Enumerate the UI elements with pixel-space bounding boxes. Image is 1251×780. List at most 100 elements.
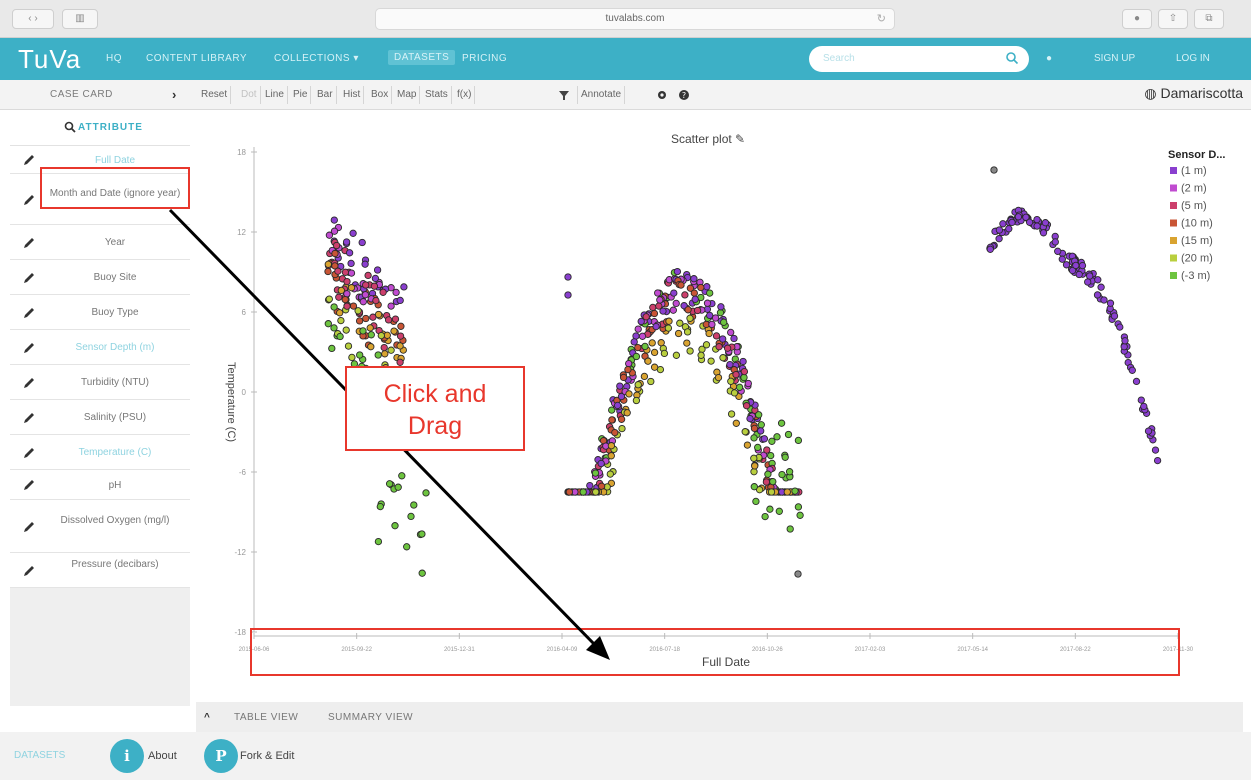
reset-button[interactable]: Reset xyxy=(198,86,232,104)
data-point xyxy=(750,454,758,462)
sidebar-toggle-icon[interactable]: ▥ xyxy=(62,9,98,29)
reload-icon[interactable]: ↻ xyxy=(877,9,886,29)
attribute-item[interactable]: Year xyxy=(10,225,190,260)
attribute-item[interactable]: Temperature (C) xyxy=(10,435,190,470)
table-view-tab[interactable]: TABLE VIEW xyxy=(234,712,298,723)
pencil-icon[interactable] xyxy=(22,341,36,355)
data-point xyxy=(336,309,344,317)
attribute-item[interactable]: Salinity (PSU) xyxy=(10,400,190,435)
data-point xyxy=(341,268,350,276)
data-point xyxy=(613,401,622,410)
data-point xyxy=(394,483,402,491)
search-icon[interactable] xyxy=(1005,51,1019,65)
data-point xyxy=(1062,261,1071,269)
extension-icon[interactable]: ● xyxy=(1122,9,1152,29)
attribute-item[interactable]: Buoy Site xyxy=(10,260,190,295)
attribute-item[interactable]: Pressure (decibars) xyxy=(10,553,190,588)
data-point xyxy=(751,462,759,470)
nav-item-content-library[interactable]: CONTENT LIBRARY xyxy=(146,53,247,64)
attribute-item[interactable]: Buoy Type xyxy=(10,295,190,330)
data-point xyxy=(767,488,776,496)
pencil-icon[interactable] xyxy=(22,411,36,425)
pencil-icon[interactable] xyxy=(22,520,36,534)
data-point xyxy=(630,338,638,346)
bar-button[interactable]: Bar xyxy=(314,86,337,104)
data-point xyxy=(796,511,804,519)
data-point xyxy=(660,349,669,358)
about-link[interactable]: About xyxy=(148,750,177,762)
attribute-label: Buoy Site xyxy=(93,272,137,283)
tabs-icon[interactable]: ⧉ xyxy=(1194,9,1224,29)
search-box[interactable]: Search xyxy=(809,46,1029,72)
help-icon[interactable]: ? xyxy=(676,86,692,104)
tuva-logo[interactable]: TuVa xyxy=(18,44,81,75)
pencil-icon[interactable] xyxy=(22,446,36,460)
gear-icon[interactable] xyxy=(654,86,670,104)
attribute-item[interactable]: Turbidity (NTU) xyxy=(10,365,190,400)
pencil-icon[interactable] xyxy=(22,236,36,250)
pie-button[interactable]: Pie xyxy=(290,86,312,104)
y-tick-label: 6 xyxy=(242,308,247,317)
nav-item-datasets[interactable]: DATASETS xyxy=(388,50,456,65)
info-icon[interactable]: i xyxy=(110,739,144,773)
case-card-tab[interactable]: CASE CARD xyxy=(10,80,190,110)
pencil-icon[interactable] xyxy=(22,478,36,492)
stats-button[interactable]: Stats xyxy=(422,86,452,104)
data-point xyxy=(344,342,353,350)
attribute-item[interactable]: Dissolved Oxygen (mg/l) xyxy=(10,500,190,553)
attribute-item[interactable]: pH xyxy=(10,470,190,500)
pencil-icon[interactable] xyxy=(22,193,36,207)
data-point xyxy=(1110,312,1119,320)
chevron-up-icon[interactable]: ^ xyxy=(204,712,210,723)
share-icon[interactable]: ⇧ xyxy=(1158,9,1188,29)
line-button[interactable]: Line xyxy=(262,86,288,104)
fx-button[interactable]: f(x) xyxy=(454,86,476,104)
highlight-x-axis-box xyxy=(250,628,1180,676)
log-in-link[interactable]: LOG IN xyxy=(1176,53,1210,64)
data-point xyxy=(617,415,626,423)
box-button[interactable]: Box xyxy=(368,86,393,104)
back-forward-buttons[interactable]: ‹ › xyxy=(12,9,54,29)
search-input[interactable]: Search xyxy=(823,53,855,64)
data-point xyxy=(715,343,723,351)
hist-button[interactable]: Hist xyxy=(340,86,365,104)
search-icon[interactable] xyxy=(64,121,76,133)
data-point xyxy=(1153,456,1162,465)
fork-edit-link[interactable]: Fork & Edit xyxy=(240,750,294,762)
data-point xyxy=(735,383,744,391)
data-point xyxy=(702,341,711,349)
pencil-icon[interactable] xyxy=(22,271,36,285)
url-bar[interactable]: tuvalabs.com ↻ xyxy=(375,8,895,30)
y-axis-label: Temperature (C) xyxy=(225,362,237,442)
pencil-icon[interactable] xyxy=(22,376,36,390)
data-point xyxy=(325,231,334,239)
filter-icon[interactable] xyxy=(556,86,572,104)
pencil-icon[interactable] xyxy=(22,306,36,320)
dot-button[interactable]: Dot xyxy=(238,86,261,104)
data-point xyxy=(397,322,405,330)
dataset-location: ◍ Damariscotta xyxy=(1144,85,1243,102)
user-icon[interactable]: ● xyxy=(1046,53,1052,64)
data-point xyxy=(387,346,395,354)
datasets-link[interactable]: DATASETS xyxy=(14,750,65,761)
sign-up-link[interactable]: SIGN UP xyxy=(1094,53,1135,64)
chevron-right-icon[interactable]: › xyxy=(172,87,176,102)
pencil-icon[interactable] xyxy=(22,153,36,167)
nav-item-pricing[interactable]: PRICING xyxy=(462,53,507,64)
nav-item-hq[interactable]: HQ xyxy=(106,53,122,64)
attribute-label: Year xyxy=(104,237,126,248)
attribute-item[interactable]: Sensor Depth (m) xyxy=(10,330,190,365)
map-button[interactable]: Map xyxy=(394,86,421,104)
nav-item-collections[interactable]: COLLECTIONS ▾ xyxy=(274,53,359,64)
data-point xyxy=(727,377,735,385)
data-point xyxy=(390,327,398,335)
data-point xyxy=(385,480,394,488)
fork-icon[interactable]: P xyxy=(204,739,238,773)
legend-swatch xyxy=(1170,167,1177,174)
annotate-button[interactable]: Annotate xyxy=(577,86,626,104)
attribute-header[interactable]: ATTRIBUTE xyxy=(10,110,190,146)
summary-view-tab[interactable]: SUMMARY VIEW xyxy=(328,712,413,723)
data-point xyxy=(719,335,727,343)
click-and-drag-callout: Click and Drag xyxy=(345,366,525,451)
pencil-icon[interactable] xyxy=(22,564,36,578)
